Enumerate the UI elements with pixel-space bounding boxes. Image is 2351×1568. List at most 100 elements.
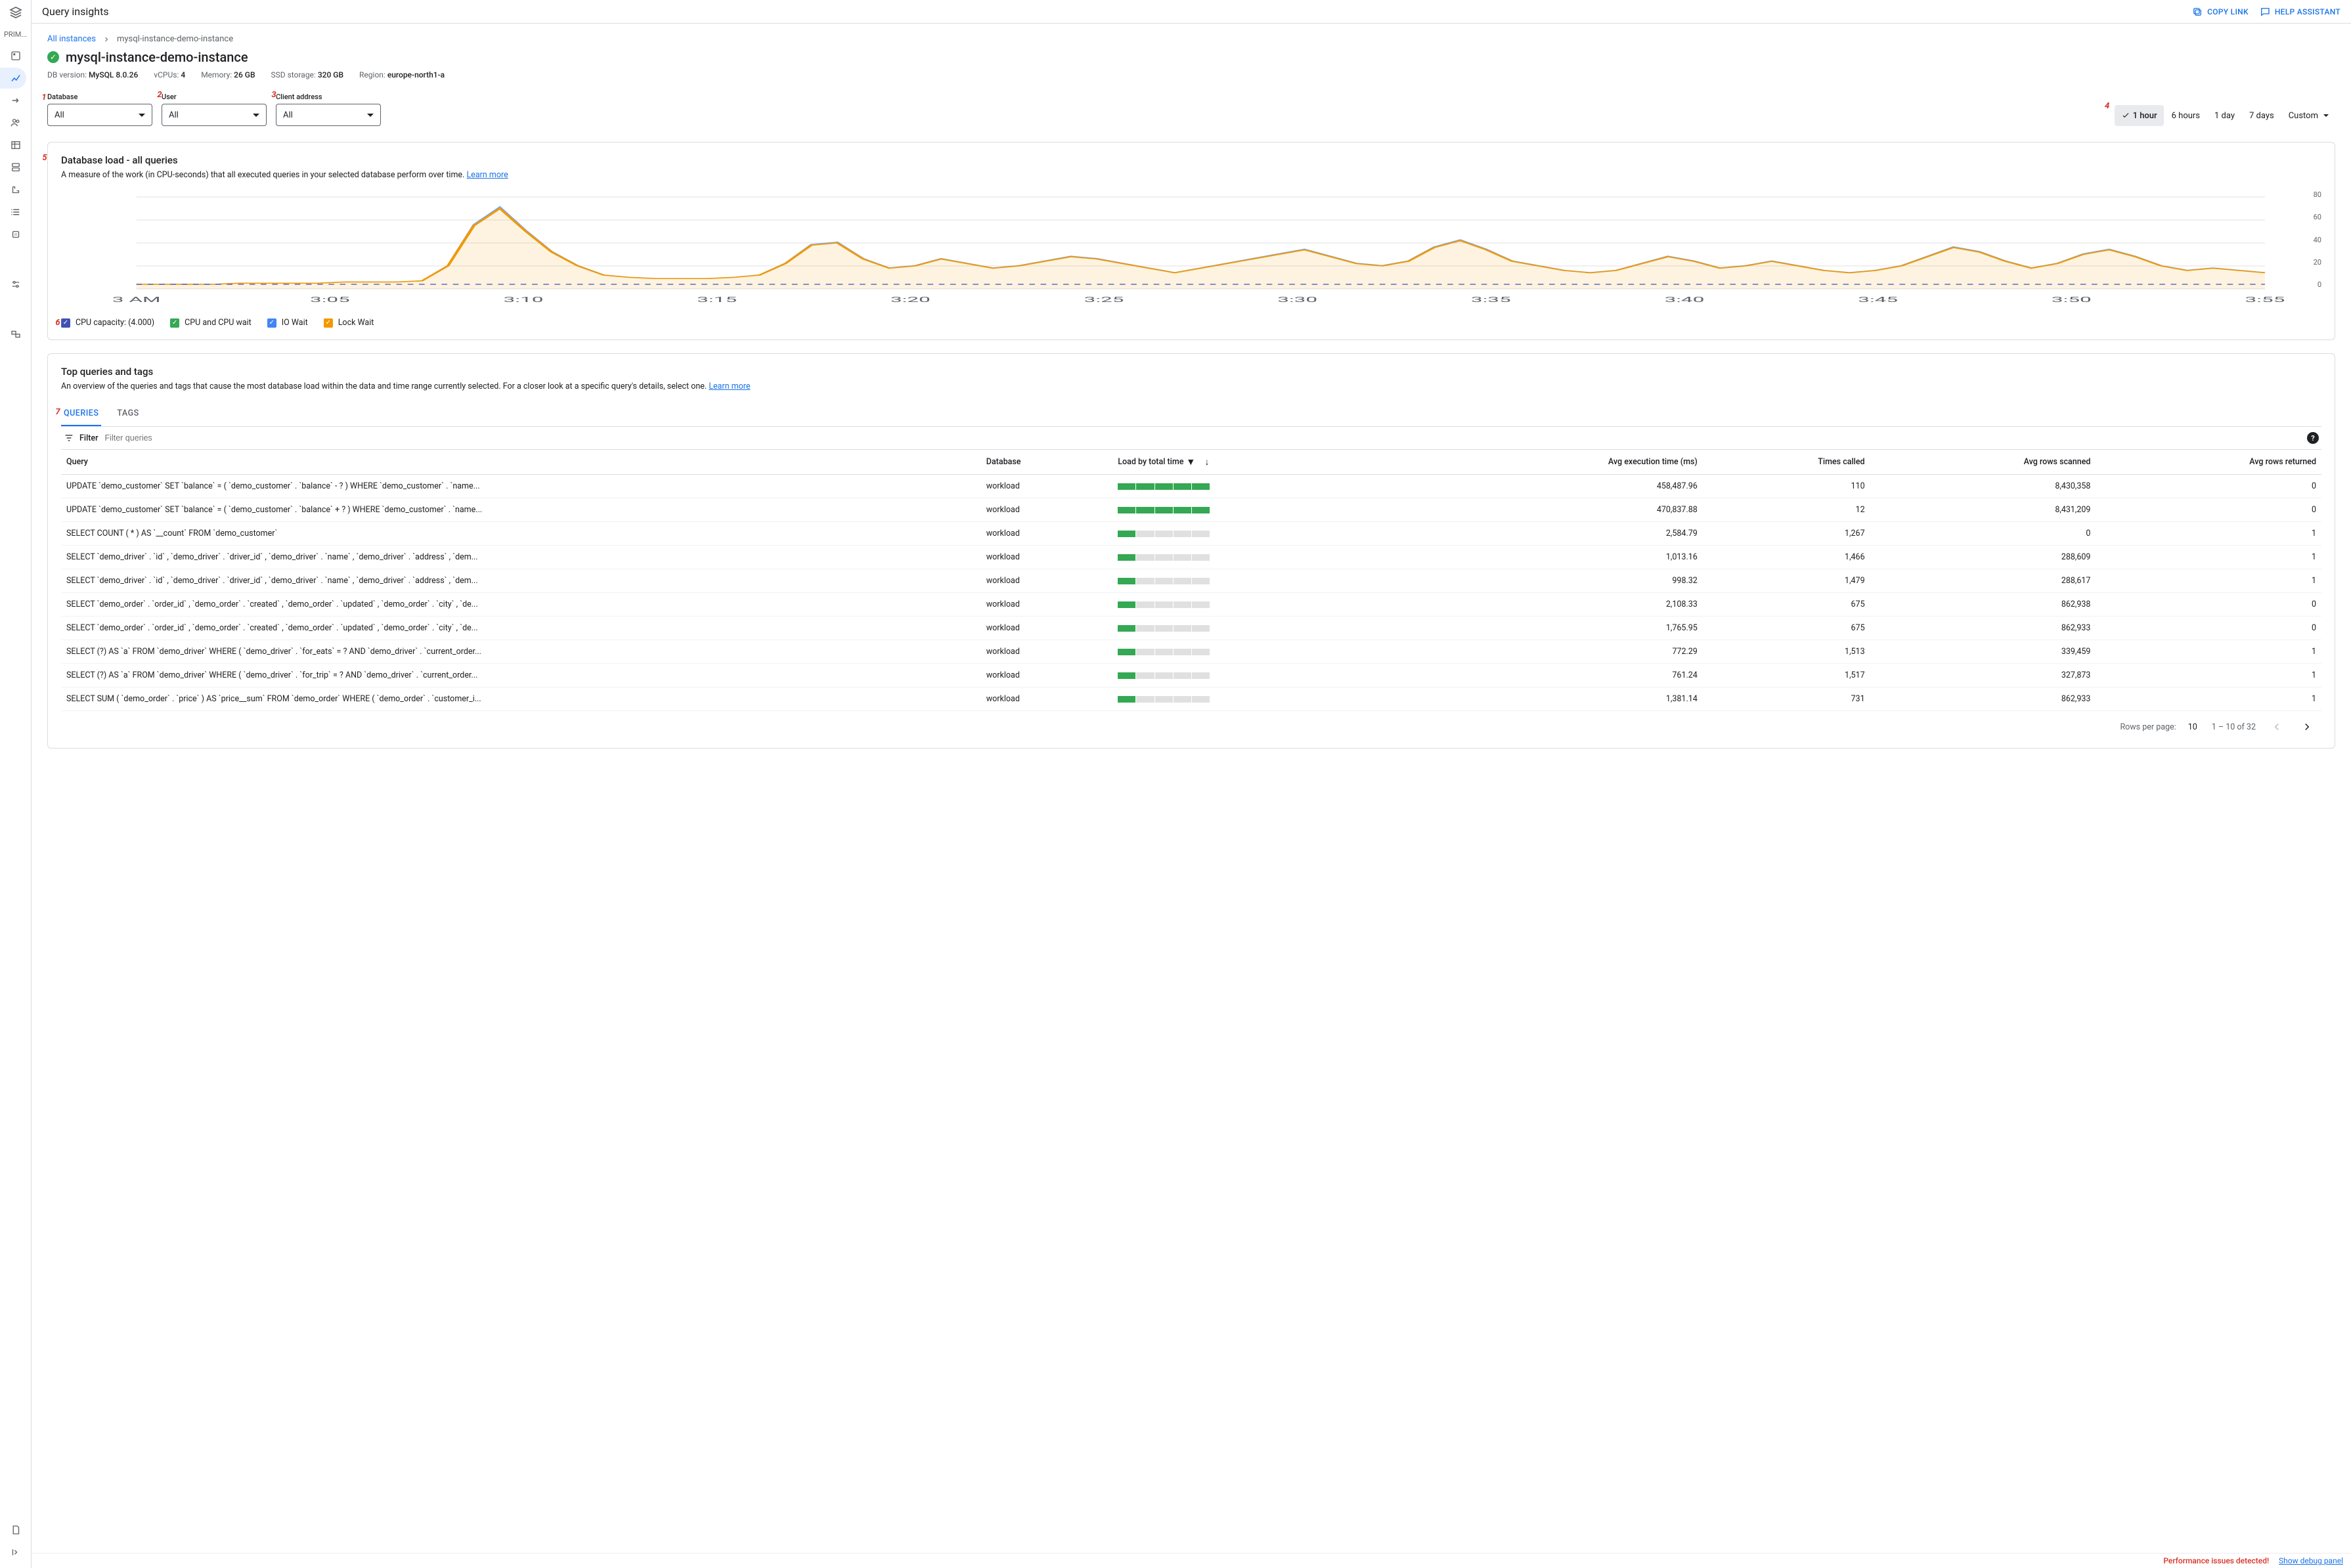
nav-item-users[interactable]	[0, 112, 26, 133]
load-bar	[1118, 554, 1210, 561]
help-icon[interactable]: ?	[2307, 432, 2319, 444]
table-row[interactable]: SELECT (?) AS `a` FROM `demo_driver` WHE…	[61, 640, 2321, 664]
svg-text:3:20: 3:20	[890, 295, 931, 304]
user-filter[interactable]: All	[162, 104, 267, 126]
cell-times: 110	[1703, 475, 1870, 498]
time-chip-1-day[interactable]: 1 day	[2208, 105, 2241, 126]
cell-scanned: 339,459	[1870, 640, 2096, 664]
svg-text:3 AM: 3 AM	[112, 295, 161, 304]
show-debug-link[interactable]: Show debug panel	[2279, 1556, 2343, 1565]
table-filter-bar: Filter ?	[61, 427, 2321, 450]
cell-returned: 1	[2096, 522, 2321, 546]
tab-queries[interactable]: QUERIES	[61, 402, 101, 426]
time-chip-6-hours[interactable]: 6 hours	[2165, 105, 2207, 126]
th-exec[interactable]: Avg execution time (ms)	[1412, 450, 1703, 475]
cell-times: 675	[1703, 617, 1870, 640]
chevron-right-icon	[102, 35, 110, 43]
breadcrumb-root[interactable]: All instances	[47, 34, 96, 44]
svg-text:3:35: 3:35	[1471, 295, 1511, 304]
top-learn-more-link[interactable]: Learn more	[709, 381, 750, 391]
cell-query: SELECT `demo_order` . `order_id` , `demo…	[61, 593, 981, 617]
database-filter[interactable]: All	[47, 104, 152, 126]
cell-database: workload	[981, 569, 1112, 593]
database-load-chart[interactable]: 3 AM3:053:103:153:203:253:303:353:403:45…	[61, 190, 2321, 309]
copy-link-button[interactable]: COPY LINK	[2191, 6, 2249, 18]
cell-database: workload	[981, 593, 1112, 617]
cell-times: 1,513	[1703, 640, 1870, 664]
table-row[interactable]: UPDATE `demo_customer` SET `balance` = (…	[61, 498, 2321, 522]
time-chip-7-days[interactable]: 7 days	[2243, 105, 2281, 126]
th-database[interactable]: Database	[981, 450, 1112, 475]
pagination-range: 1 – 10 of 32	[2212, 722, 2256, 732]
time-chip-1-hour[interactable]: 1 hour	[2115, 105, 2164, 126]
load-card-title: Database load - all queries	[61, 154, 2321, 166]
cell-scanned: 8,430,358	[1870, 475, 2096, 498]
nav-item-collapse[interactable]	[0, 1542, 26, 1563]
pagination: Rows per page: 10 1 – 10 of 32	[61, 711, 2321, 736]
nav-item-databases[interactable]	[0, 135, 26, 156]
top-queries-card: Top queries and tags An overview of the …	[47, 353, 2335, 749]
nav-item-connections[interactable]	[0, 90, 26, 111]
performance-warning: Performance issues detected!	[2163, 1556, 2269, 1565]
cell-exec: 1,381.14	[1412, 687, 1703, 711]
legend-cpu[interactable]: ✓CPU and CPU wait	[170, 318, 252, 328]
th-scanned[interactable]: Avg rows scanned	[1870, 450, 2096, 475]
nav-item-overview[interactable]	[0, 45, 26, 66]
nav-item-migrations[interactable]	[0, 324, 26, 345]
table-row[interactable]: SELECT `demo_driver` . `id` , `demo_driv…	[61, 569, 2321, 593]
branch-icon	[10, 184, 22, 196]
dashboard-icon	[10, 50, 22, 62]
filter-row: 1 Database All 2 User All 3 Client addre…	[47, 93, 2335, 126]
filter-icon	[64, 433, 74, 443]
cell-query: SELECT COUNT ( * ) AS `__count` FROM `de…	[61, 522, 981, 546]
table-row[interactable]: SELECT COUNT ( * ) AS `__count` FROM `de…	[61, 522, 2321, 546]
load-bar	[1118, 696, 1210, 703]
load-bar	[1118, 649, 1210, 655]
document-icon	[10, 1524, 22, 1536]
table-row[interactable]: UPDATE `demo_customer` SET `balance` = (…	[61, 475, 2321, 498]
table-row[interactable]: SELECT `demo_driver` . `id` , `demo_driv…	[61, 546, 2321, 569]
rows-per-page-select[interactable]: 10	[2188, 722, 2200, 732]
nav-item-backups[interactable]	[0, 157, 26, 178]
filter-input[interactable]	[104, 433, 2302, 443]
table-row[interactable]: SELECT `demo_order` . `order_id` , `demo…	[61, 617, 2321, 640]
copy-link-label: COPY LINK	[2207, 7, 2249, 16]
cell-database: workload	[981, 498, 1112, 522]
top-card-subtitle: An overview of the queries and tags that…	[61, 381, 2321, 391]
chip-icon	[10, 229, 22, 240]
settings-sliders-icon	[10, 278, 22, 290]
table-row[interactable]: SELECT (?) AS `a` FROM `demo_driver` WHE…	[61, 664, 2321, 687]
user-filter-label: User	[162, 93, 267, 101]
next-page-button[interactable]	[2298, 718, 2316, 736]
cell-database: workload	[981, 664, 1112, 687]
load-learn-more-link[interactable]: Learn more	[466, 170, 508, 180]
time-chip-custom[interactable]: Custom	[2282, 105, 2335, 126]
legend-capacity[interactable]: ✓CPU capacity: (4.000)	[61, 318, 154, 328]
help-assistant-button[interactable]: HELP ASSISTANT	[2259, 6, 2340, 18]
database-filter-label: Database	[47, 93, 152, 101]
nav-item-replicas[interactable]	[0, 179, 26, 200]
cell-times: 1,267	[1703, 522, 1870, 546]
nav-item-release-notes[interactable]	[0, 1519, 26, 1540]
th-query[interactable]: Query	[61, 450, 981, 475]
nav-item-query-insights[interactable]	[0, 68, 26, 89]
th-times[interactable]: Times called	[1703, 450, 1870, 475]
instance-name: mysql-instance-demo-instance	[66, 49, 248, 65]
nav-item-ai[interactable]	[0, 224, 26, 245]
table-row[interactable]: SELECT `demo_order` . `order_id` , `demo…	[61, 593, 2321, 617]
legend-lock[interactable]: ✓Lock Wait	[324, 318, 374, 328]
tab-tags[interactable]: TAGS	[114, 402, 141, 426]
prev-page-button[interactable]	[2268, 718, 2286, 736]
step-badge-1: 1	[38, 91, 50, 103]
nav-item-operations[interactable]	[0, 202, 26, 223]
cell-query: SELECT `demo_order` . `order_id` , `demo…	[61, 617, 981, 640]
table-row[interactable]: SELECT SUM ( `demo_order` . `price` ) AS…	[61, 687, 2321, 711]
cell-database: workload	[981, 617, 1112, 640]
nav-item-settings[interactable]	[0, 274, 26, 295]
th-returned[interactable]: Avg rows returned	[2096, 450, 2321, 475]
cell-load	[1112, 640, 1411, 664]
cell-returned: 1	[2096, 546, 2321, 569]
th-load[interactable]: Load by total time ▼ ↓	[1112, 450, 1411, 475]
client-filter[interactable]: All	[276, 104, 381, 126]
legend-io[interactable]: ✓IO Wait	[267, 318, 308, 328]
